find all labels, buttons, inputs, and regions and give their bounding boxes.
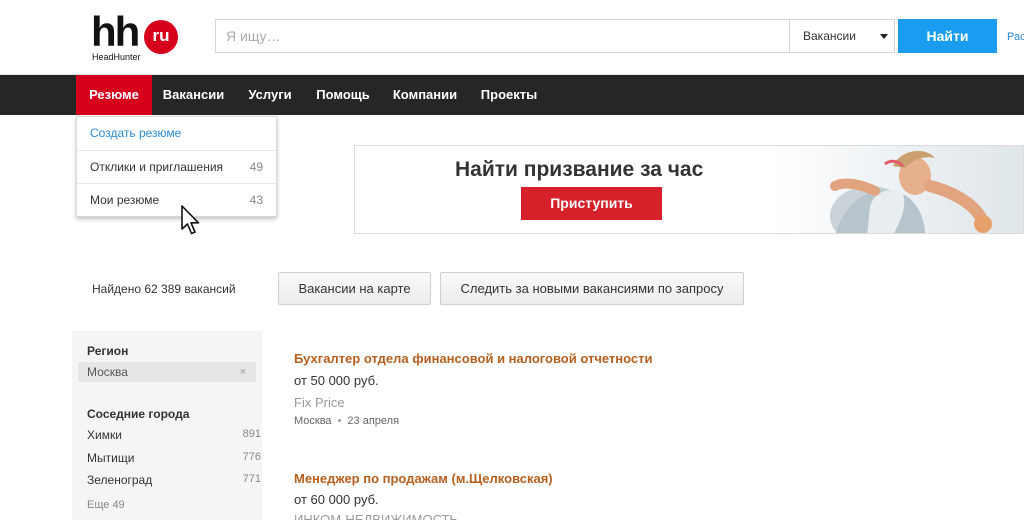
banner-start-button[interactable]: Приступить — [521, 187, 662, 220]
logo-hh-text: hh — [91, 8, 140, 55]
nearby-cities-heading: Соседние города — [87, 407, 190, 421]
dropdown-item-count: 49 — [249, 160, 263, 174]
find-button[interactable]: Найти — [898, 19, 997, 53]
dropdown-item-my-resumes[interactable]: Мои резюме 43 — [77, 184, 276, 217]
search-input[interactable] — [216, 20, 789, 52]
vacancy-meta: Москва • 23 апреля — [294, 415, 399, 427]
city-name: Химки — [87, 428, 122, 442]
region-heading: Регион — [87, 344, 129, 358]
header-link-cut[interactable]: Рас — [1007, 31, 1024, 43]
promo-banner[interactable]: Найти призвание за час Приступить — [354, 145, 1024, 234]
dropdown-item-label: Мои резюме — [90, 193, 160, 207]
nav-item-vacancies[interactable]: Вакансии — [152, 75, 235, 115]
nav-item-companies[interactable]: Компании — [381, 75, 469, 115]
city-filter-khimki[interactable]: Химки 891 — [87, 428, 261, 442]
selected-region-chip: Москва × — [78, 362, 256, 382]
follow-vacancies-button[interactable]: Следить за новыми вакансиями по запросу — [440, 272, 744, 305]
more-cities-link[interactable]: Еще 49 — [87, 499, 125, 511]
nav-item-services[interactable]: Услуги — [235, 75, 305, 115]
nav-item-resume[interactable]: Резюме — [76, 75, 152, 115]
found-count-text: Найдено 62 389 вакансий — [92, 282, 236, 296]
dropdown-item-responses[interactable]: Отклики и приглашения 49 — [77, 151, 276, 184]
city-count: 776 — [242, 451, 261, 463]
logo-ru-badge: ru — [144, 20, 178, 54]
vacancy-company-link[interactable]: ИНКОМ-НЕДВИЖИМОСТЬ — [294, 512, 458, 520]
dropdown-item-label: Создать резюме — [90, 126, 182, 140]
site-header: hh ru HeadHunter Вакансии Найти Рас — [0, 0, 1024, 75]
city-count: 891 — [242, 428, 261, 440]
selected-region-value: Москва — [87, 365, 128, 379]
mouse-pointer-icon — [181, 205, 200, 235]
banner-title: Найти призвание за час — [455, 158, 704, 181]
hh-logo[interactable]: hh ru HeadHunter — [91, 10, 181, 64]
city-filter-zelenograd[interactable]: Зеленоград 771 — [87, 473, 261, 487]
vacancies-on-map-button[interactable]: Вакансии на карте — [278, 272, 431, 305]
vacancy-salary: от 50 000 руб. — [294, 373, 379, 388]
nav-item-projects[interactable]: Проекты — [469, 75, 549, 115]
vacancy-city: Москва — [294, 415, 332, 427]
resume-dropdown-menu: Создать резюме Отклики и приглашения 49 … — [76, 116, 277, 217]
dropdown-item-label: Отклики и приглашения — [90, 160, 224, 174]
main-navbar: Резюме Вакансии Услуги Помощь Компании П… — [0, 75, 1024, 115]
search-scope-value: Вакансии — [803, 29, 856, 43]
vacancy-title-link[interactable]: Бухгалтер отдела финансовой и налоговой … — [294, 351, 653, 366]
caret-down-icon — [880, 34, 888, 39]
remove-region-icon[interactable]: × — [240, 362, 246, 382]
filter-sidebar: Регион Москва × Соседние города Химки 89… — [72, 331, 262, 520]
logo-subtitle: HeadHunter — [92, 52, 141, 62]
search-scope-select[interactable]: Вакансии — [789, 20, 896, 52]
city-count: 771 — [242, 473, 261, 485]
runner-photo — [775, 146, 1023, 233]
city-filter-mytishchi[interactable]: Мытищи 776 — [87, 451, 261, 465]
city-name: Мытищи — [87, 451, 135, 465]
vacancy-date: 23 апреля — [347, 415, 400, 427]
nav-item-help[interactable]: Помощь — [305, 75, 381, 115]
dropdown-item-create-resume[interactable]: Создать резюме — [77, 117, 276, 150]
vacancy-title-link[interactable]: Менеджер по продажам (м.Щелковская) — [294, 471, 553, 486]
city-name: Зеленоград — [87, 473, 153, 487]
meta-separator-dot: • — [337, 415, 342, 427]
vacancy-company-link[interactable]: Fix Price — [294, 395, 345, 410]
dropdown-item-count: 43 — [249, 193, 263, 207]
vacancy-salary: от 60 000 руб. — [294, 492, 379, 507]
search-box: Вакансии — [215, 19, 895, 53]
